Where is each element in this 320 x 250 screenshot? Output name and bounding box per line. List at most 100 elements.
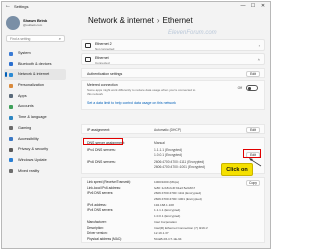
- ethernet-icon: [85, 57, 91, 62]
- shield-icon: [9, 147, 13, 152]
- dns-ipv6-value-2: 2606:4700:4700::1001 (Encrypted): [154, 165, 205, 169]
- watermark: ElevenForum.com: [168, 30, 217, 36]
- headset-icon: [9, 169, 13, 174]
- main-content: Network & internet › Ethernet ElevenForum.…: [68, 12, 270, 248]
- dns-ipv4-value-1: 1.1.1.1 (Encrypted): [154, 148, 183, 152]
- search-icon: ⌕: [58, 36, 61, 41]
- system-icon: [9, 51, 13, 56]
- controller-icon: [9, 126, 13, 131]
- breadcrumb-separator: ›: [156, 16, 160, 25]
- sidebar-item-bluetooth[interactable]: Bluetooth & devices: [4, 59, 66, 70]
- update-icon: [9, 158, 13, 163]
- sidebar-item-privacy[interactable]: Privacy & security: [4, 144, 66, 155]
- sidebar-item-personalization[interactable]: Personalization: [4, 80, 66, 91]
- minimize-icon[interactable]: —: [238, 2, 248, 11]
- adapter-title: Ethernet 2: [95, 42, 112, 46]
- metered-state: Off: [237, 86, 242, 90]
- window-title: Settings: [14, 4, 29, 9]
- back-arrow-icon[interactable]: ←: [5, 3, 11, 9]
- sidebar-item-label: Windows Update: [18, 157, 47, 162]
- metered-row: Metered connection Some apps might work …: [81, 80, 265, 110]
- search-placeholder: Find a setting: [10, 37, 31, 41]
- adapter-status: Not connected: [95, 46, 115, 51]
- dns-ipv6-value-1: 2606:4700:4700::1111 (Encrypted): [154, 160, 205, 164]
- sidebar-item-network[interactable]: Network & internet: [4, 69, 66, 81]
- breadcrumb-current: Ethernet: [162, 16, 193, 25]
- bluetooth-icon: [9, 62, 13, 67]
- sidebar-item-gaming[interactable]: Gaming: [4, 123, 66, 134]
- sidebar-item-label: Personalization: [18, 83, 44, 88]
- sidebar-item-windows-update[interactable]: Windows Update: [4, 155, 66, 166]
- property-list: Link speed (Receive/Transmit): 1000/1000 …: [87, 180, 247, 243]
- sidebar-item-label: Accounts: [18, 104, 34, 109]
- sidebar-item-system[interactable]: System: [4, 48, 66, 59]
- dns-assignment-value: Manual: [154, 141, 165, 145]
- copy-button[interactable]: Copy: [246, 180, 260, 186]
- property-label: IPv6 DNS servers:: [87, 191, 114, 196]
- ip-assignment-value: Automatic (DHCP): [154, 128, 182, 132]
- properties-row: Copy Link speed (Receive/Transmit): 1000/…: [81, 177, 265, 243]
- property-value: Intel Corporation: [154, 219, 177, 224]
- chevron-up-icon: ˄: [257, 57, 260, 62]
- close-icon[interactable]: ✕: [258, 2, 268, 11]
- property-value: 1.1.1.1 (Encrypted): [154, 208, 181, 213]
- property-value: fe80::1cb8:2c4f:91a3:5e6d%7: [154, 185, 196, 190]
- property-label: Driver version:: [87, 231, 108, 236]
- dns-ipv6-label: IPv6 DNS servers:: [87, 160, 116, 164]
- property-row: Physical address (MAC): 50-EB-F6-C7-1E-94: [87, 237, 247, 243]
- sidebar-item-label: Gaming: [18, 125, 32, 130]
- property-label: Manufacturer:: [87, 219, 107, 224]
- network-icon: [9, 72, 13, 77]
- chevron-right-icon: ›: [258, 43, 260, 48]
- ip-assignment-row: IP assignment: Automatic (DHCP) Edit: [81, 124, 265, 134]
- settings-window: ← Settings — ☐ ✕ Shawn Brink @outlook.co…: [1, 1, 271, 249]
- adapter-status: Connected: [95, 60, 110, 65]
- ip-edit-button[interactable]: Edit: [246, 126, 260, 133]
- property-value: 1.0.0.1 (Encrypted): [154, 214, 181, 219]
- sidebar-item-time-language[interactable]: Time & language: [4, 112, 66, 123]
- adapter-card-ethernet-2[interactable]: Ethernet 2 Not connected ›: [81, 39, 265, 51]
- property-value: Intel(R) Ethernet Connection (7) I219-V: [154, 225, 208, 230]
- dns-ipv4-value-2: 1.0.0.1 (Encrypted): [154, 153, 183, 157]
- maximize-icon[interactable]: ☐: [248, 2, 258, 11]
- accessibility-icon: [9, 137, 13, 141]
- authentication-row: Authentication settings Edit: [81, 68, 265, 78]
- data-limit-link[interactable]: Set a data limit to help control data us…: [87, 101, 176, 105]
- breadcrumb-parent[interactable]: Network & internet: [88, 16, 154, 25]
- sidebar-item-label: Mixed reality: [18, 168, 40, 173]
- person-icon: [9, 104, 13, 109]
- sidebar-item-mixed-reality[interactable]: Mixed reality: [4, 166, 66, 177]
- auth-edit-button[interactable]: Edit: [246, 70, 260, 77]
- sidebar-item-accessibility[interactable]: Accessibility: [4, 134, 66, 145]
- title-bar: ← Settings — ☐ ✕: [2, 2, 270, 12]
- authentication-label: Authentication settings: [87, 72, 123, 76]
- breadcrumb: Network & internet › Ethernet: [88, 16, 193, 25]
- metered-toggle[interactable]: [246, 85, 258, 91]
- search-input[interactable]: Find a setting ⌕: [6, 35, 65, 42]
- property-label: Link-local IPv6 address:: [87, 185, 121, 190]
- sidebar-item-label: Network & internet: [18, 72, 50, 77]
- ethernet-icon: [85, 43, 91, 48]
- dns-ipv4-label: IPv4 DNS servers:: [87, 148, 116, 152]
- sidebar-item-label: Time & language: [18, 115, 47, 120]
- sidebar-item-label: Privacy & security: [18, 147, 49, 152]
- brush-icon: [9, 83, 13, 88]
- property-value: 2606:4700:4700::1111 (Encrypted): [154, 191, 202, 196]
- property-value: 192.168.1.108: [154, 202, 174, 207]
- sidebar-item-apps[interactable]: Apps: [4, 91, 66, 102]
- property-label: Link speed (Receive/Transmit):: [87, 180, 131, 184]
- dns-highlight-box: [83, 138, 123, 145]
- sidebar: Shawn Brink @outlook.com Find a setting …: [2, 12, 68, 248]
- sidebar-item-accounts[interactable]: Accounts: [4, 101, 66, 112]
- sidebar-item-label: Accessibility: [18, 136, 39, 141]
- property-label: Description:: [87, 225, 104, 230]
- property-label: IPv4 DNS servers:: [87, 208, 114, 213]
- avatar[interactable]: [6, 16, 20, 30]
- property-value: 12.19.1.37: [154, 231, 169, 236]
- user-email: @outlook.com: [23, 23, 43, 27]
- sidebar-nav: System Bluetooth & devices Network & int…: [4, 48, 66, 176]
- adapter-card-ethernet[interactable]: Ethernet Connected ˄: [81, 53, 265, 65]
- metered-description: Some apps might work differently to redu…: [87, 88, 196, 96]
- property-value: 2606:4700:4700::1001 (Encrypted): [154, 197, 202, 202]
- property-label: Physical address (MAC):: [87, 236, 123, 241]
